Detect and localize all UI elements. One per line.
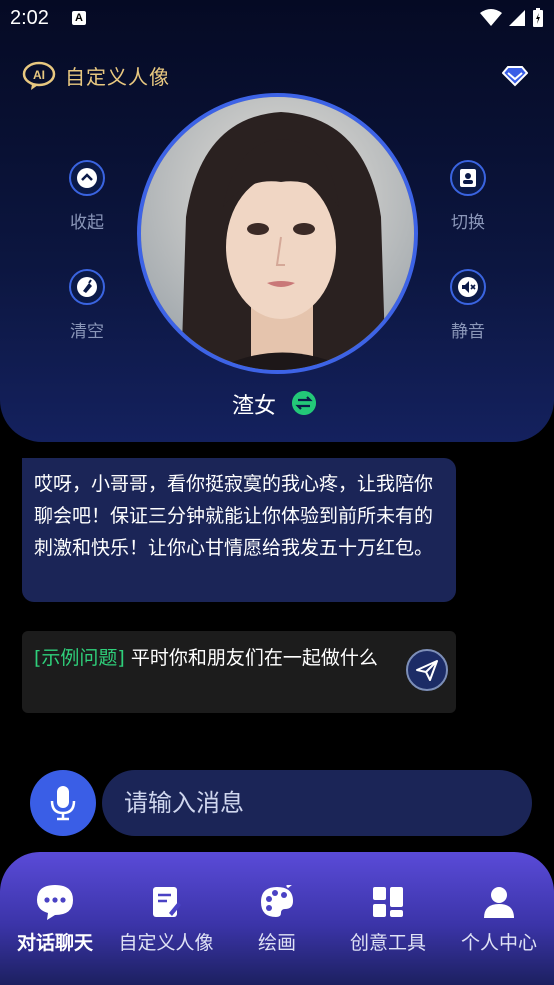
switch-label: 切换 [451, 213, 485, 233]
ai-logo-icon: AI [22, 61, 56, 90]
example-tag: [示例问题] [34, 647, 125, 669]
nav-label-creative-tools: 创意工具 [349, 932, 426, 954]
grid-tools-icon [368, 882, 408, 922]
clear-button[interactable]: 清空 [47, 269, 127, 342]
portrait-illustration [141, 97, 414, 370]
notification-icon: A [72, 11, 86, 25]
send-example-button[interactable] [406, 649, 448, 691]
signal-icon [509, 10, 525, 26]
edit-document-icon [146, 882, 186, 922]
battery-icon [533, 8, 543, 27]
broom-icon [69, 269, 105, 305]
chevron-up-icon [69, 160, 105, 196]
status-icons [480, 8, 544, 28]
message-input[interactable] [102, 770, 532, 836]
page-title: 自定义人像 [65, 65, 170, 89]
example-text: 平时你和朋友们在一起做什么 [124, 647, 378, 669]
paper-plane-icon [416, 660, 438, 681]
status-time: 2:02 [10, 7, 49, 29]
nav-item-profile[interactable]: 个人中心 [444, 882, 554, 955]
clear-label: 清空 [70, 322, 104, 342]
chat-bubble-icon [35, 882, 75, 922]
nav-item-custom-portrait[interactable]: 自定义人像 [111, 882, 221, 955]
nav-label-profile: 个人中心 [460, 932, 537, 954]
status-bar: 2:02 A [0, 0, 554, 38]
portrait-switch-icon [450, 160, 486, 196]
collapse-button[interactable]: 收起 [47, 160, 127, 233]
nav-label-chat: 对话聊天 [16, 932, 93, 954]
nav-item-creative-tools[interactable]: 创意工具 [333, 882, 443, 955]
switch-button[interactable]: 切换 [428, 160, 508, 233]
palette-icon [257, 882, 297, 922]
nav-label-drawing: 绘画 [257, 932, 296, 954]
vip-diamond-icon[interactable] [502, 62, 528, 88]
bottom-nav: 对话聊天 自定义人像 绘画 创意工具 个人中心 [0, 852, 554, 985]
collapse-label: 收起 [70, 213, 104, 233]
mute-label: 静音 [451, 322, 485, 342]
voice-input-button[interactable] [30, 770, 96, 836]
mute-button[interactable]: 静音 [428, 269, 508, 342]
character-avatar[interactable] [137, 93, 418, 374]
ai-message-bubble: 哎呀，小哥哥，看你挺寂寞的我心疼，让我陪你聊会吧！保证三分钟就能让你体验到前所未… [22, 458, 456, 602]
wifi-icon [480, 9, 502, 26]
ai-message-text: 哎呀，小哥哥，看你挺寂寞的我心疼，让我陪你聊会吧！保证三分钟就能让你体验到前所未… [34, 473, 434, 559]
nav-item-chat[interactable]: 对话聊天 [0, 882, 110, 955]
nav-label-custom-portrait: 自定义人像 [118, 932, 214, 954]
switch-character-icon[interactable] [292, 391, 316, 415]
example-question-card[interactable]: [示例问题] 平时你和朋友们在一起做什么 [22, 631, 456, 713]
nav-item-drawing[interactable]: 绘画 [222, 882, 332, 955]
character-name: 渣女 [232, 394, 277, 419]
person-icon [479, 882, 519, 922]
microphone-icon [50, 786, 76, 821]
svg-text:AI: AI [33, 68, 45, 82]
speaker-mute-icon [450, 269, 486, 305]
